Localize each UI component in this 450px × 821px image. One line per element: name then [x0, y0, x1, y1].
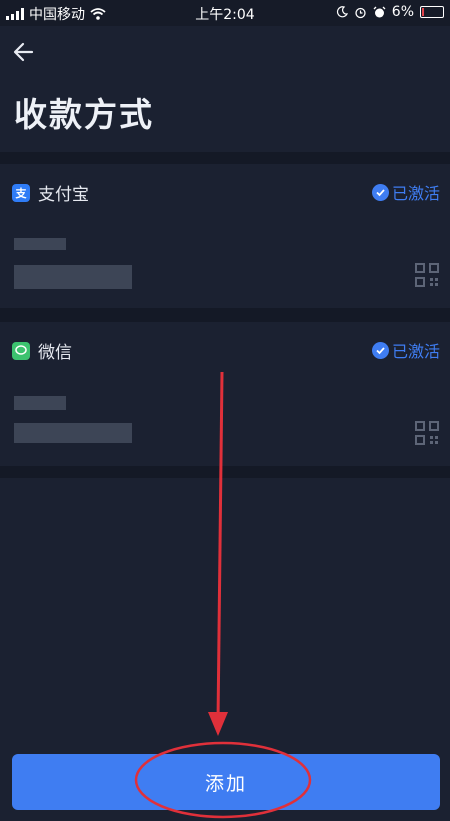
page-title: 收款方式: [14, 95, 154, 134]
blurred-account-name: [14, 238, 66, 250]
blurred-account-number: [14, 423, 132, 443]
payment-method-name: 微信: [38, 343, 72, 363]
section-divider: [0, 152, 450, 164]
back-arrow-icon: [13, 42, 34, 62]
active-status: 已激活: [371, 338, 440, 362]
annotation-arrow-head: [208, 712, 228, 736]
active-status-label: 已激活: [391, 342, 440, 361]
section-divider: [0, 466, 450, 478]
add-button[interactable]: 添加: [12, 754, 440, 810]
battery-percent: 6%: [391, 4, 414, 20]
qr-code-icon[interactable]: [414, 262, 440, 288]
section-divider: [0, 308, 450, 322]
wechat-icon: [12, 341, 30, 360]
blurred-account-number: [14, 265, 132, 289]
active-status: 已激活: [371, 180, 440, 204]
status-bar: 中国移动 上午2:04 6%: [0, 0, 450, 26]
alarm-clock-icon: [373, 6, 386, 17]
alarm-icon: [355, 7, 366, 18]
payment-method-name: 支付宝: [38, 185, 89, 205]
payment-method-card-wechat[interactable]: 微信 已激活: [0, 338, 450, 466]
check-circle-icon: [371, 341, 389, 359]
back-button[interactable]: [10, 38, 38, 66]
battery-icon: [420, 6, 444, 18]
qr-code-icon[interactable]: [414, 420, 440, 446]
blurred-account-name: [14, 396, 66, 410]
moon-icon: [336, 6, 348, 18]
payment-method-card-alipay[interactable]: 支 支付宝 已激活: [0, 180, 450, 308]
active-status-label: 已激活: [391, 184, 440, 203]
alipay-icon: 支: [12, 183, 30, 202]
check-circle-icon: [371, 183, 389, 201]
